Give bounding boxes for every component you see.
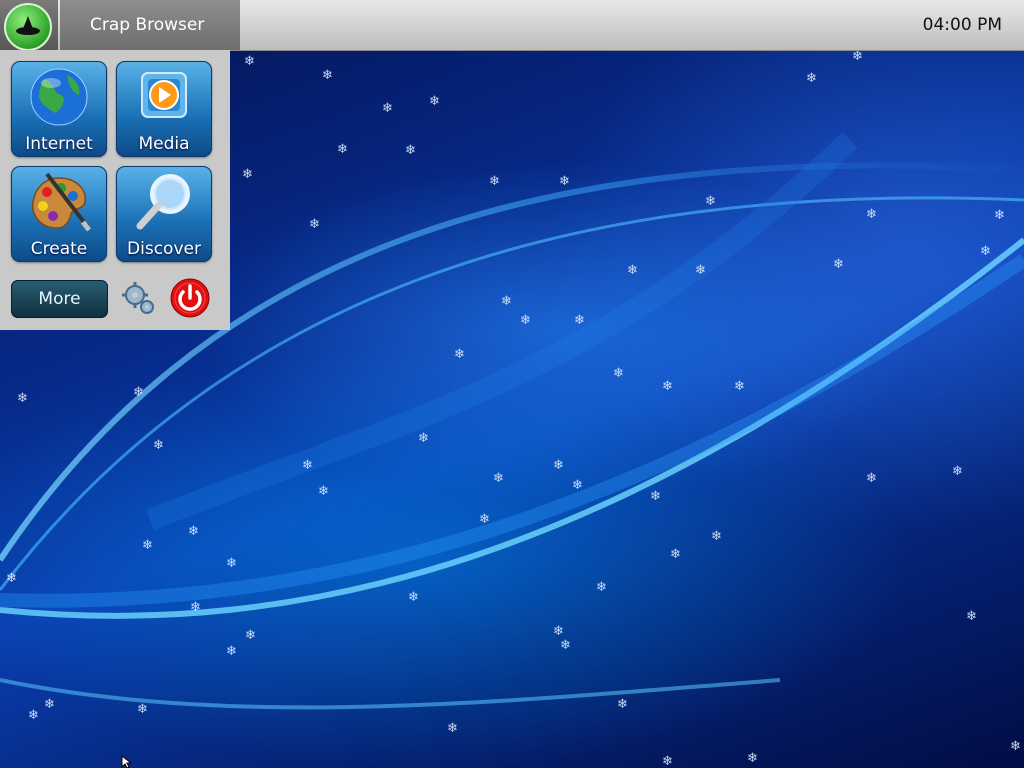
power-button[interactable] xyxy=(170,278,210,318)
svg-text:❄: ❄ xyxy=(980,244,991,259)
svg-text:❄: ❄ xyxy=(489,174,500,189)
svg-text:❄: ❄ xyxy=(711,529,722,544)
svg-text:❄: ❄ xyxy=(1010,739,1021,754)
svg-text:❄: ❄ xyxy=(553,624,564,639)
create-tile[interactable]: Create xyxy=(11,166,107,262)
svg-text:❄: ❄ xyxy=(479,512,490,527)
svg-text:❄: ❄ xyxy=(318,484,329,499)
clock: 04:00 PM xyxy=(922,15,1002,35)
svg-text:❄: ❄ xyxy=(852,49,863,64)
svg-text:❄: ❄ xyxy=(613,366,624,381)
taskbar-window-title: Crap Browser xyxy=(90,15,205,35)
create-tile-label: Create xyxy=(30,239,88,259)
svg-text:❄: ❄ xyxy=(572,478,583,493)
internet-tile[interactable]: Internet xyxy=(11,61,107,157)
mouse-pointer-icon xyxy=(121,755,133,768)
svg-text:❄: ❄ xyxy=(337,142,348,157)
svg-text:❄: ❄ xyxy=(226,644,237,659)
media-tile[interactable]: Media xyxy=(116,61,212,157)
svg-text:❄: ❄ xyxy=(44,697,55,712)
discover-tile[interactable]: Discover xyxy=(116,166,212,262)
paint-palette-icon xyxy=(32,172,91,232)
svg-text:❄: ❄ xyxy=(244,54,255,69)
svg-text:❄: ❄ xyxy=(596,580,607,595)
svg-text:❄: ❄ xyxy=(670,547,681,562)
start-orb xyxy=(4,3,52,51)
svg-text:❄: ❄ xyxy=(833,257,844,272)
media-tile-label: Media xyxy=(138,134,190,154)
svg-text:❄: ❄ xyxy=(309,217,320,232)
svg-text:❄: ❄ xyxy=(574,313,585,328)
svg-text:❄: ❄ xyxy=(133,385,144,400)
more-button[interactable]: More xyxy=(11,280,108,318)
svg-text:❄: ❄ xyxy=(966,609,977,624)
svg-text:❄: ❄ xyxy=(662,754,673,768)
media-play-icon xyxy=(141,72,187,118)
power-icon xyxy=(170,278,210,318)
svg-text:❄: ❄ xyxy=(405,143,416,158)
svg-text:❄: ❄ xyxy=(28,708,39,723)
svg-text:❄: ❄ xyxy=(447,721,458,736)
svg-text:❄: ❄ xyxy=(17,391,28,406)
svg-text:❄: ❄ xyxy=(952,464,963,479)
svg-text:❄: ❄ xyxy=(188,524,199,539)
svg-text:❄: ❄ xyxy=(137,702,148,717)
svg-text:❄: ❄ xyxy=(142,538,153,553)
svg-text:❄: ❄ xyxy=(418,431,429,446)
svg-text:❄: ❄ xyxy=(734,379,745,394)
svg-text:❄: ❄ xyxy=(806,71,817,86)
svg-text:❄: ❄ xyxy=(245,628,256,643)
svg-text:❄: ❄ xyxy=(6,571,17,586)
svg-text:❄: ❄ xyxy=(994,208,1005,223)
start-button[interactable] xyxy=(0,0,58,51)
svg-text:❄: ❄ xyxy=(454,347,465,362)
svg-text:❄: ❄ xyxy=(695,263,706,278)
svg-text:❄: ❄ xyxy=(408,590,419,605)
svg-text:❄: ❄ xyxy=(662,379,673,394)
svg-text:❄: ❄ xyxy=(493,471,504,486)
svg-text:❄: ❄ xyxy=(226,556,237,571)
svg-text:❄: ❄ xyxy=(429,94,440,109)
svg-text:❄: ❄ xyxy=(520,313,531,328)
svg-text:❄: ❄ xyxy=(866,207,877,222)
svg-text:❄: ❄ xyxy=(553,458,564,473)
magnifier-icon xyxy=(136,174,190,230)
svg-text:❄: ❄ xyxy=(650,489,661,504)
svg-text:❄: ❄ xyxy=(501,294,512,309)
svg-text:❄: ❄ xyxy=(242,167,253,182)
globe-icon xyxy=(30,68,88,126)
svg-text:❄: ❄ xyxy=(382,101,393,116)
svg-text:❄: ❄ xyxy=(627,263,638,278)
svg-text:❄: ❄ xyxy=(866,471,877,486)
svg-text:❄: ❄ xyxy=(560,638,571,653)
svg-text:❄: ❄ xyxy=(153,438,164,453)
hat-icon xyxy=(16,16,40,35)
settings-button[interactable] xyxy=(118,278,158,318)
svg-text:❄: ❄ xyxy=(322,68,333,83)
svg-text:❄: ❄ xyxy=(559,174,570,189)
discover-tile-label: Discover xyxy=(127,239,201,259)
launcher-panel: Internet Media Create Discover More xyxy=(0,50,230,330)
svg-text:❄: ❄ xyxy=(705,194,716,209)
svg-text:❄: ❄ xyxy=(190,600,201,615)
taskbar: Crap Browser 04:00 PM xyxy=(0,0,1024,51)
svg-text:❄: ❄ xyxy=(302,458,313,473)
internet-tile-label: Internet xyxy=(25,134,93,154)
gears-icon xyxy=(122,282,154,314)
svg-text:❄: ❄ xyxy=(747,751,758,766)
svg-text:❄: ❄ xyxy=(617,697,628,712)
taskbar-window-crap-browser[interactable]: Crap Browser xyxy=(60,0,240,50)
